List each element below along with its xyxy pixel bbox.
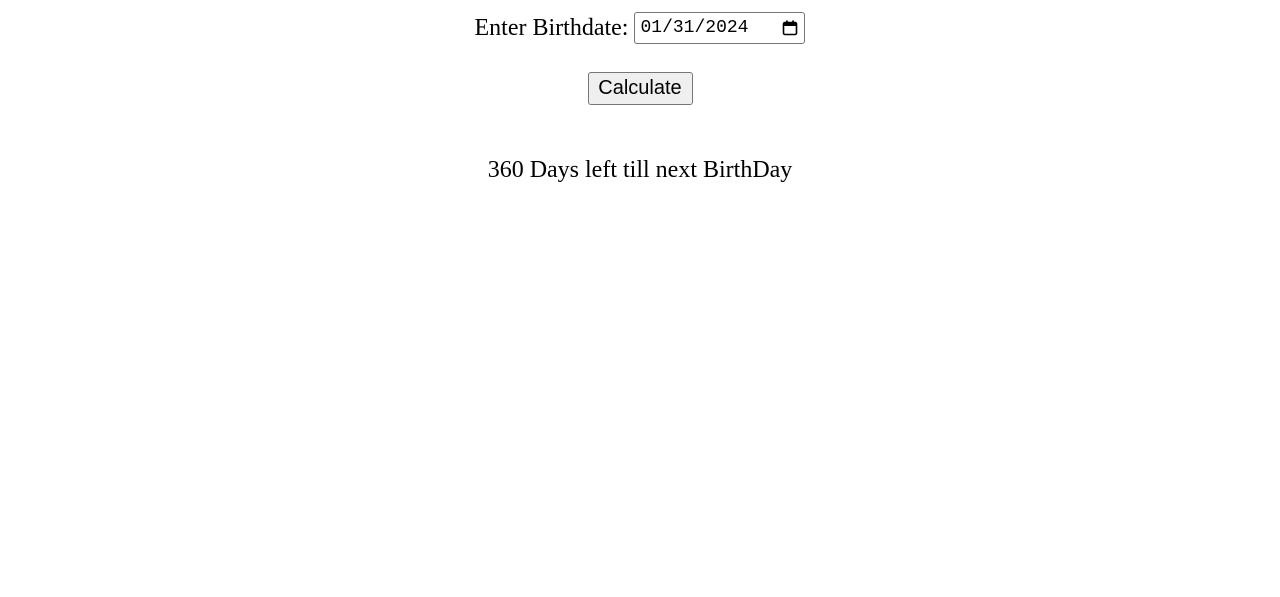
birthdate-label: Enter Birthdate: — [474, 15, 629, 41]
birthdate-input[interactable]: 01/31/2024 — [634, 12, 806, 44]
calculate-button[interactable]: Calculate — [587, 72, 693, 105]
birthdate-value[interactable]: 01/31/2024 — [640, 12, 748, 44]
button-row: Calculate — [0, 72, 1280, 105]
birthdate-row: Enter Birthdate: 01/31/2024 — [0, 12, 1280, 44]
result-message: 360 Days left till next BirthDay — [487, 157, 793, 183]
page: Enter Birthdate: 01/31/2024 Calculate 36… — [0, 0, 1280, 597]
calendar-icon-graphic — [783, 20, 798, 36]
calendar-icon[interactable] — [780, 18, 800, 38]
